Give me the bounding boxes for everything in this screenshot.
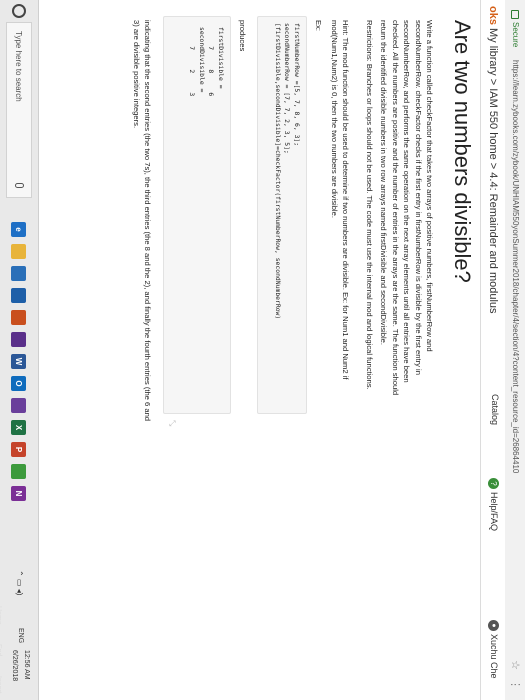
breadcrumb[interactable]: My library > IAM 550 home > 4.4: Remaind… — [487, 28, 499, 314]
user-name[interactable]: Xuchu Che — [489, 634, 499, 679]
main-content: Are two numbers divisible? Write a funct… — [39, 0, 479, 700]
browser-address-bar: Secure https://learn.zybooks.com/zybook/… — [504, 0, 525, 700]
bookmark-star-icon[interactable]: ☆ — [509, 660, 522, 670]
produces-label: produces — [238, 20, 247, 52]
example-code: firstNumberRow =[5, 7, 8, 6, 3]; secondN… — [274, 23, 301, 320]
example-output-block: firstDivisible = 7 8 6 secondDivisible =… — [163, 16, 231, 414]
media-icon[interactable] — [11, 332, 26, 347]
help-icon[interactable]: ? — [488, 478, 499, 489]
start-button-icon[interactable] — [12, 4, 26, 18]
mail-icon[interactable] — [11, 288, 26, 303]
problem-restrictions: Restrictions: Branches or loops should n… — [365, 20, 374, 390]
sticky-notes-icon[interactable] — [11, 398, 26, 413]
user-avatar-icon[interactable]: ● — [488, 620, 499, 631]
example-label: Ex: — [314, 20, 323, 31]
keyboard-key-home: Home — [0, 606, 2, 625]
matlab-icon[interactable] — [11, 310, 26, 325]
brand-logo[interactable]: oks — [487, 6, 499, 25]
onenote-icon[interactable]: N — [11, 486, 26, 501]
problem-hint: Hint: The mod function should be used to… — [329, 20, 350, 380]
store-icon[interactable] — [11, 266, 26, 281]
url-field[interactable]: https://learn.zybooks.com/zybook/UNHIAM5… — [511, 60, 520, 620]
chrome-icon[interactable] — [11, 464, 26, 479]
example-code-block: firstNumberRow =[5, 7, 8, 6, 3]; secondN… — [257, 16, 307, 414]
word-icon[interactable]: W — [11, 354, 26, 369]
powerpoint-icon[interactable]: P — [11, 442, 26, 457]
search-placeholder: Type here to search — [14, 31, 23, 102]
excel-icon[interactable]: X — [11, 420, 26, 435]
system-tray-icons[interactable]: ⌃ ▭ ◂) — [15, 570, 24, 595]
browser-menu-icon[interactable]: ⋮ — [509, 679, 522, 690]
tray-time[interactable]: 12:56 AM — [23, 650, 30, 680]
problem-description: Write a function called checkFactor that… — [379, 20, 434, 396]
secure-label: Secure — [511, 22, 520, 48]
windows-taskbar: Type here to search e WO XP N ⌃ ▭ ◂) ENG 12… — [0, 0, 39, 700]
tray-date[interactable]: 6/26/2018 — [11, 650, 18, 681]
keyboard-key-insert: Insert — [0, 676, 2, 694]
screen: Secure https://learn.zybooks.com/zybook/… — [0, 0, 525, 700]
example-output: firstDivisible = 7 8 6 secondDivisible =… — [188, 27, 226, 97]
edge-icon[interactable]: e — [11, 222, 26, 237]
lock-icon — [511, 10, 519, 19]
example-explanation: indicating that the second entries (the … — [131, 20, 152, 422]
microphone-icon[interactable] — [15, 183, 24, 188]
help-faq-link[interactable]: Help/FAQ — [489, 492, 499, 531]
tray-language[interactable]: ENG — [17, 628, 24, 643]
resize-handle-icon[interactable]: ⤡ — [167, 420, 177, 426]
site-header: oks My library > IAM 550 home > 4.4: Rem… — [480, 0, 505, 700]
outlook-icon[interactable]: O — [11, 376, 26, 391]
keyboard-key-end: End — [0, 644, 2, 657]
page-title: Are two numbers divisible? — [450, 20, 475, 283]
taskbar-search-box[interactable]: Type here to search — [6, 22, 32, 198]
file-explorer-icon[interactable] — [11, 244, 26, 259]
catalog-link[interactable]: Catalog — [490, 394, 500, 425]
